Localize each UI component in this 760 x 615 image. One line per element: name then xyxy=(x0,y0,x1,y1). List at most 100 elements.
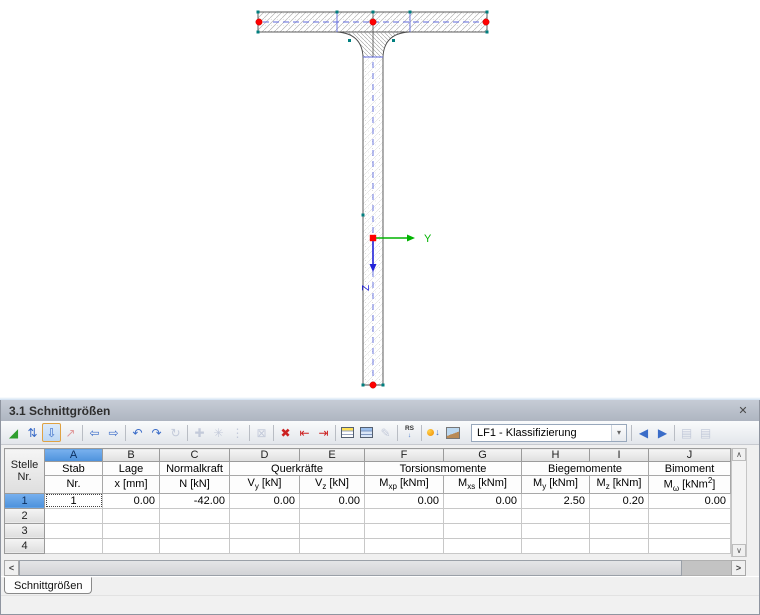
cell-mz[interactable]: 0.20 xyxy=(590,493,649,508)
table-cell[interactable] xyxy=(230,538,300,553)
table-cell[interactable] xyxy=(300,538,365,553)
cross-section-drawing: Y Z xyxy=(0,0,760,397)
row-header-2[interactable]: 2 xyxy=(5,508,45,523)
row-header-4[interactable]: 4 xyxy=(5,538,45,553)
cell-my[interactable]: 2.50 xyxy=(522,493,590,508)
table-cell[interactable] xyxy=(365,523,444,538)
column-header-C[interactable]: C xyxy=(160,449,230,462)
centroid-node-marker[interactable] xyxy=(370,235,376,241)
load-case-value: LF1 - Klassifizierung xyxy=(472,427,611,439)
table-cell[interactable] xyxy=(160,508,230,523)
column-header-E[interactable]: E xyxy=(300,449,365,462)
table-cell[interactable] xyxy=(230,523,300,538)
insert-row-icon[interactable]: ⇤ xyxy=(295,423,314,442)
toolbar-separator xyxy=(674,425,675,441)
cell-vy[interactable]: 0.00 xyxy=(230,493,300,508)
table-tab-bar: Schnittgrößen xyxy=(1,576,759,595)
cell-normalkraft-n[interactable]: -42.00 xyxy=(160,493,230,508)
table-cell[interactable] xyxy=(103,508,160,523)
results-panel: 3.1 Schnittgrößen ✕ ◢ ⇅ ⇩ ↗ ⇦ ⇨ ↶ ↷ ↻ ✚ … xyxy=(0,400,760,615)
scroll-down-icon[interactable]: ∨ xyxy=(732,544,746,557)
table-cell[interactable] xyxy=(365,538,444,553)
table-cell[interactable] xyxy=(365,508,444,523)
special-paste-icon: ✳ xyxy=(209,423,228,442)
column-header-H[interactable]: H xyxy=(522,449,590,462)
table-cell[interactable] xyxy=(300,523,365,538)
row-header-1[interactable]: 1 xyxy=(5,493,45,508)
table-cell[interactable] xyxy=(444,508,522,523)
cell-momega[interactable]: 0.00 xyxy=(649,493,731,508)
table-cell[interactable] xyxy=(590,538,649,553)
table-cell[interactable] xyxy=(45,508,103,523)
previous-table-icon[interactable]: ⇦ xyxy=(85,423,104,442)
chevron-down-icon[interactable]: ▾ xyxy=(611,425,626,441)
table-cell[interactable] xyxy=(649,523,731,538)
undo-icon[interactable]: ↶ xyxy=(128,423,147,442)
unit-header: Vy [kN] xyxy=(230,476,300,494)
result-diagram-icon[interactable]: ◢ xyxy=(4,423,23,442)
refresh-icon: ↻ xyxy=(166,423,185,442)
column-header-A[interactable]: A xyxy=(45,449,103,462)
table-cell[interactable] xyxy=(160,523,230,538)
next-table-icon[interactable]: ⇨ xyxy=(104,423,123,442)
tab-schnittgroessen[interactable]: Schnittgrößen xyxy=(4,577,92,594)
table-cell[interactable] xyxy=(444,538,522,553)
table-cell[interactable] xyxy=(649,538,731,553)
horizontal-scrollbar[interactable]: < > xyxy=(4,560,746,576)
cell-stab-nr[interactable]: 1 xyxy=(45,493,103,508)
panel-titlebar: 3.1 Schnittgrößen ✕ xyxy=(1,400,759,421)
table-cell[interactable] xyxy=(444,523,522,538)
cell-vz[interactable]: 0.00 xyxy=(300,493,365,508)
export-icon[interactable]: ↓ xyxy=(424,423,443,442)
table-cell[interactable] xyxy=(45,538,103,553)
table-cell[interactable] xyxy=(103,538,160,553)
previous-loadcase-icon[interactable]: ◀ xyxy=(634,423,653,442)
cell-lage-x[interactable]: 0.00 xyxy=(103,493,160,508)
next-loadcase-icon[interactable]: ▶ xyxy=(653,423,672,442)
unit-header: Nr. xyxy=(45,476,103,494)
table-cell[interactable] xyxy=(45,523,103,538)
graphics-canvas[interactable]: Y Z xyxy=(0,0,760,397)
table-cell[interactable] xyxy=(103,523,160,538)
table-cell[interactable] xyxy=(230,508,300,523)
close-icon[interactable]: ✕ xyxy=(735,404,751,417)
append-row-icon[interactable]: ⇥ xyxy=(314,423,333,442)
scroll-right-icon[interactable]: > xyxy=(731,560,746,576)
column-header-J[interactable]: J xyxy=(649,449,731,462)
column-header-G[interactable]: G xyxy=(444,449,522,462)
column-header-F[interactable]: F xyxy=(365,449,444,462)
table-cell[interactable] xyxy=(300,508,365,523)
horizontal-scrollbar-thumb[interactable] xyxy=(19,560,682,576)
load-case-select[interactable]: LF1 - Klassifizierung ▾ xyxy=(471,424,627,442)
cell-mxs[interactable]: 0.00 xyxy=(444,493,522,508)
table-view-icon[interactable] xyxy=(338,423,357,442)
scroll-up-icon[interactable]: ∧ xyxy=(732,448,746,461)
unit-header: Mz [kNm] xyxy=(590,476,649,494)
column-header-B[interactable]: B xyxy=(103,449,160,462)
vertical-scrollbar[interactable]: ∧ ∨ xyxy=(731,448,747,557)
edit-cell-icon: ✎ xyxy=(376,423,395,442)
column-header-D[interactable]: D xyxy=(230,449,300,462)
column-header-I[interactable]: I xyxy=(590,449,649,462)
toolbar-separator xyxy=(82,425,83,441)
scroll-left-icon[interactable]: < xyxy=(4,560,19,576)
table-settings-icon[interactable]: ⇅ xyxy=(23,423,42,442)
table-cell[interactable] xyxy=(522,538,590,553)
delete-row-icon[interactable]: ✖ xyxy=(276,423,295,442)
sort-rs-icon[interactable]: RS ↓ xyxy=(400,423,419,442)
cell-mxp[interactable]: 0.00 xyxy=(365,493,444,508)
table-cell[interactable] xyxy=(522,508,590,523)
report-picture-icon[interactable] xyxy=(443,423,462,442)
table-cell[interactable] xyxy=(590,523,649,538)
group-header-normalkraft: Normalkraft xyxy=(160,462,230,476)
jump-to-graphic-icon[interactable]: ⇩ xyxy=(42,423,61,442)
panel-bottom-strip xyxy=(1,595,759,614)
table-cell[interactable] xyxy=(160,538,230,553)
redo-icon[interactable]: ↷ xyxy=(147,423,166,442)
group-header-bimoment: Bimoment xyxy=(649,462,731,476)
table-cell[interactable] xyxy=(522,523,590,538)
table-full-view-icon[interactable] xyxy=(357,423,376,442)
row-header-3[interactable]: 3 xyxy=(5,523,45,538)
table-cell[interactable] xyxy=(649,508,731,523)
table-cell[interactable] xyxy=(590,508,649,523)
